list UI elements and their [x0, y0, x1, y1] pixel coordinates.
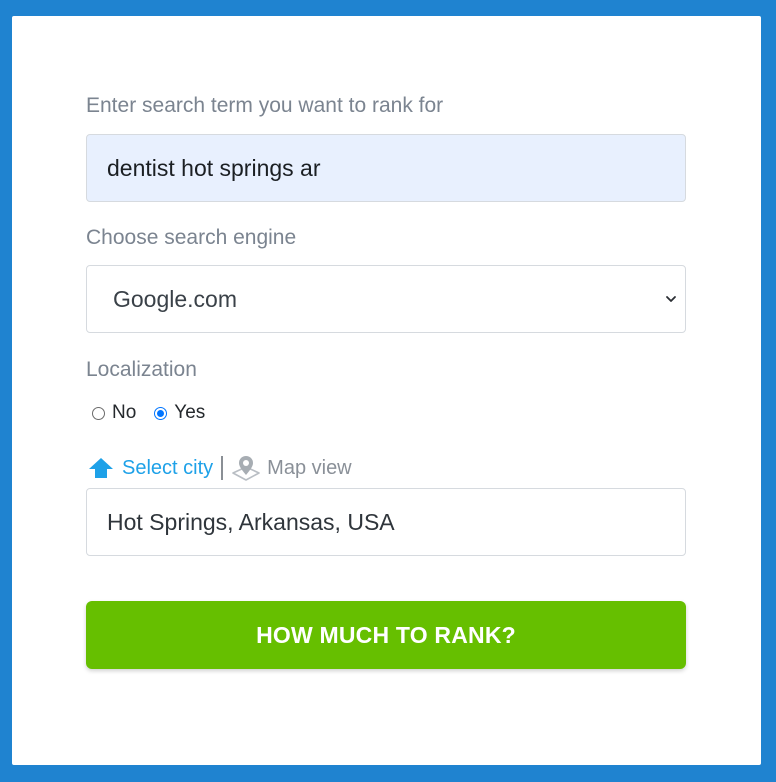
- search-term-input[interactable]: dentist hot springs ar: [86, 134, 686, 202]
- chevron-down-icon: [666, 296, 676, 302]
- map-view-link[interactable]: Map view: [231, 454, 352, 482]
- search-engine-value: Google.com: [113, 286, 238, 312]
- search-term-label: Enter search term you want to rank for: [86, 94, 444, 117]
- search-engine-label: Choose search engine: [86, 226, 297, 249]
- localization-no-label: No: [112, 402, 137, 423]
- localization-yes-option[interactable]: Yes: [154, 402, 205, 424]
- select-city-link[interactable]: Select city: [88, 457, 213, 480]
- search-term-value: dentist hot springs ar: [107, 155, 321, 181]
- how-much-to-rank-button[interactable]: HOW MUCH TO RANK?: [86, 601, 686, 669]
- localization-radio-group: No Yes: [92, 402, 223, 424]
- form-card: Enter search term you want to rank for d…: [12, 16, 761, 765]
- link-separator: [221, 456, 224, 480]
- localization-label: Localization: [86, 358, 197, 381]
- localization-yes-label: Yes: [174, 402, 206, 423]
- location-mode-row: Select city Map view: [88, 453, 352, 483]
- city-value: Hot Springs, Arkansas, USA: [107, 509, 395, 535]
- localization-no-option[interactable]: No: [92, 402, 136, 424]
- localization-no-radio[interactable]: [92, 406, 105, 420]
- map-pin-icon: [232, 456, 260, 481]
- city-input[interactable]: Hot Springs, Arkansas, USA: [86, 488, 686, 556]
- map-view-label: Map view: [267, 456, 352, 479]
- home-arrow-icon: [89, 458, 113, 478]
- select-city-label: Select city: [122, 456, 214, 479]
- localization-yes-radio[interactable]: [154, 406, 168, 420]
- search-engine-select[interactable]: Google.com: [86, 265, 686, 333]
